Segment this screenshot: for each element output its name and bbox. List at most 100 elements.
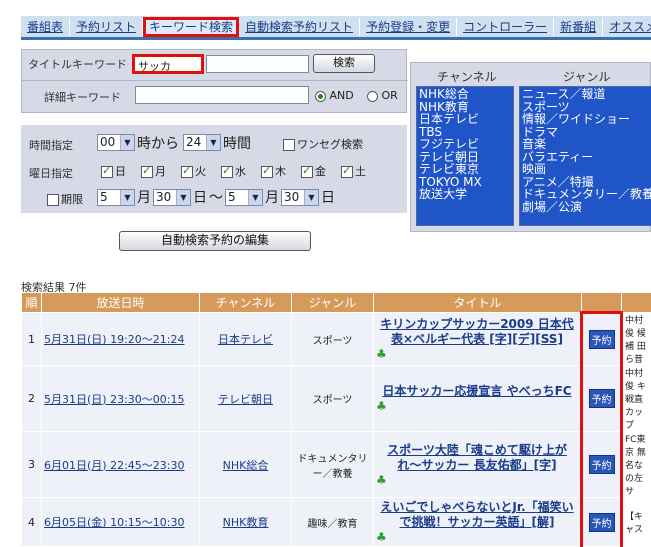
table-header-row: 順 放送日時 チャンネル ジャンル タイトル [22,293,651,313]
row-datetime[interactable]: 5月31日(日) 19:20〜21:24 [42,313,200,366]
row-title[interactable]: キリンカップサッカー2009 日本代表×ベルギー代表 [字][デ][SS]♣ [374,313,582,366]
chevron-down-icon: ▼ [120,190,134,205]
row-note: 中村俊 候補 田 ら昔 [622,313,651,366]
month-text: 月 [265,187,279,207]
day-checkbox-tue[interactable]: 火 [181,163,206,179]
checkbox-icon [261,166,273,178]
checkbox-icon [141,166,153,178]
channel-header: チャンネル [437,68,497,85]
day-checkbox-mon[interactable]: 月 [141,163,166,179]
title-keyword-input[interactable]: サッカ [132,54,204,74]
month-text: 月 [137,187,151,207]
and-radio[interactable]: AND [315,89,354,102]
row-note: 中村俊 キ戦直 カップ [622,366,651,432]
results-table: 順 放送日時 チャンネル ジャンル タイトル 1 5月31日(日) 19:20〜… [21,292,651,547]
day-checkbox-thu[interactable]: 木 [261,163,286,179]
genre-option[interactable]: 劇場／公演 [522,201,649,214]
channel-option[interactable]: テレビ東京 [419,163,511,176]
row-title[interactable]: 日本サッカー応援宣言 やべっちFC♣ [374,366,582,432]
chevron-down-icon: ▼ [304,190,318,205]
nav-tab-keyword-search[interactable]: キーワード検索 [143,17,239,37]
nav-tab-reservation-edit[interactable]: 予約登録・変更 [360,18,457,36]
channel-listbox[interactable]: NHK総合 NHK教育 日本テレビ TBS フジテレビ テレビ朝日 テレビ東京 … [416,86,514,226]
day-to-select[interactable]: 30▼ [281,189,319,206]
search-button[interactable]: 検索 [313,54,375,73]
row-reserve[interactable]: 予約 [582,313,622,366]
checkbox-icon [301,166,313,178]
detail-keyword-input[interactable] [135,86,309,104]
col-header-genre: ジャンル [292,293,374,313]
row-num: 2 [22,366,42,432]
to-text: 時間 [223,133,251,153]
month-to-select[interactable]: 5▼ [225,189,263,206]
reserve-button[interactable]: 予約 [589,455,615,474]
genre-listbox[interactable]: ニュース／報道 スポーツ 情報／ワイドショー ドラマ 音楽 バラエティー 映画 … [519,86,651,226]
genre-option[interactable]: 映画 [522,163,649,176]
row-title[interactable]: スポーツ大陸「魂こめて駆け上がれ〜サッカー 長友佑都」[字]♣ [374,432,582,498]
day-text: 日 [193,187,207,207]
row-note: FC東京 無名な の左サ [622,432,651,498]
col-header-note [622,293,651,313]
nav-tab-controller[interactable]: コントローラー [457,18,554,36]
col-header-title: タイトル [374,293,582,313]
clover-icon: ♣ [376,347,387,361]
genre-option[interactable]: ドキュメンタリー／教養 [522,188,649,201]
reserve-button[interactable]: 予約 [589,513,615,532]
channel-option[interactable]: NHK総合 [419,88,511,101]
row-datetime[interactable]: 5月31日(日) 23:30〜00:15 [42,366,200,432]
from-text: 時から [137,133,179,153]
row-reserve[interactable]: 予約 [582,366,622,432]
channel-option[interactable]: 日本テレビ [419,113,511,126]
nav-tab-reservation-list[interactable]: 予約リスト [70,18,143,36]
checkbox-icon [101,166,113,178]
channel-option[interactable]: 放送大学 [419,188,511,201]
channel-option[interactable]: フジテレビ [419,138,511,151]
checkbox-icon [221,166,233,178]
chevron-down-icon: ▼ [248,190,262,205]
nav-tab-recommended[interactable]: オススメ [603,18,651,36]
row-datetime[interactable]: 6月01日(月) 22:45〜23:30 [42,432,200,498]
row-num: 3 [22,432,42,498]
nav-tab-program-guide[interactable]: 番組表 [21,18,70,36]
title-keyword-input-extension[interactable] [206,55,309,73]
genre-option[interactable]: 情報／ワイドショー [522,113,649,126]
divider [22,80,408,81]
day-text: 日 [321,187,335,207]
radio-dot-icon [367,91,378,102]
row-channel[interactable]: NHK総合 [200,432,292,498]
month-from-select[interactable]: 5▼ [97,189,135,206]
day-checkbox-wed[interactable]: 水 [221,163,246,179]
day-checkbox-fri[interactable]: 金 [301,163,326,179]
row-num: 1 [22,313,42,366]
genre-option[interactable]: 音楽 [522,138,649,151]
time-to-select[interactable]: 24▼ [183,134,221,151]
col-header-num: 順 [22,293,42,313]
time-from-select[interactable]: 00▼ [97,134,135,151]
nav-tab-auto-search-list[interactable]: 自動検索予約リスト [239,18,360,36]
row-channel[interactable]: テレビ朝日 [200,366,292,432]
day-checkbox-sun[interactable]: 日 [101,163,126,179]
nav-tab-new-programs[interactable]: 新番組 [554,18,603,36]
period-checkbox[interactable]: 期限 [47,191,83,207]
checkbox-icon [47,194,59,206]
day-checkbox-sat[interactable]: 土 [341,163,366,179]
reserve-button[interactable]: 予約 [589,330,615,349]
day-checkboxes: 日 月 火 水 木 金 土 [101,163,366,179]
or-radio[interactable]: OR [367,89,398,102]
day-label: 曜日指定 [29,165,73,181]
oneseg-checkbox[interactable]: ワンセグ検索 [283,136,363,152]
detail-keyword-label: 詳細キーワード [44,89,121,105]
genre-option[interactable]: ニュース／報道 [522,88,649,101]
clover-icon: ♣ [376,473,387,487]
reserve-button[interactable]: 予約 [589,389,615,408]
col-header-reserve [582,293,622,313]
tilde-text: 〜 [209,187,223,207]
day-from-select[interactable]: 30▼ [153,189,191,206]
clover-icon: ♣ [376,399,387,413]
row-reserve[interactable]: 予約 [582,432,622,498]
row-channel[interactable]: 日本テレビ [200,313,292,366]
col-header-channel: チャンネル [200,293,292,313]
edit-auto-search-button[interactable]: 自動検索予約の編集 [119,231,311,251]
chevron-down-icon: ▼ [120,135,134,150]
top-strip [0,0,651,14]
